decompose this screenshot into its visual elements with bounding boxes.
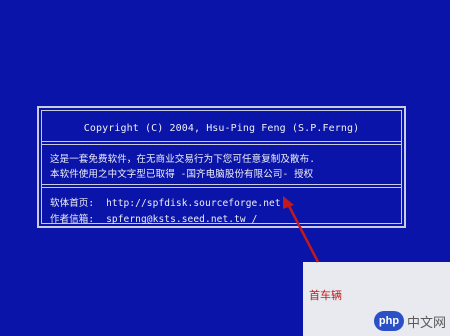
- about-dialog: Copyright (C) 2004, Hsu-Ping Feng (S.P.F…: [37, 106, 406, 228]
- separator-bottom: [42, 184, 401, 188]
- dialog-inner-frame: Copyright (C) 2004, Hsu-Ping Feng (S.P.F…: [41, 110, 402, 225]
- email-label: 作者信箱:: [50, 214, 95, 225]
- text-cursor: /: [251, 214, 258, 225]
- watermark-text: 中文网: [406, 314, 446, 330]
- separator-top: [42, 141, 401, 145]
- description-line-2: 本软件使用之中文字型已取得 -国齐电脑股份有限公司- 授权: [50, 169, 314, 180]
- homepage-link[interactable]: http://spfdisk.sourceforge.net: [106, 198, 281, 209]
- copyright-text: Copyright (C) 2004, Hsu-Ping Feng (S.P.F…: [83, 123, 360, 134]
- homepage-label: 软体首页:: [50, 198, 95, 209]
- homepage-row: 软体首页: http://spfdisk.sourceforge.net: [50, 195, 281, 209]
- php-logo-icon: php: [373, 311, 404, 331]
- email-link[interactable]: spferng@ksts.seed.net.tw: [106, 214, 246, 225]
- email-row: 作者信箱: spferng@ksts.seed.net.tw /: [50, 211, 257, 225]
- annotation-label: 首车辆: [309, 290, 342, 302]
- site-watermark: php 中文网: [373, 311, 446, 331]
- description-line-1: 这是一套免费软件，在无商业交易行为下您可任意复制及散布.: [50, 154, 316, 165]
